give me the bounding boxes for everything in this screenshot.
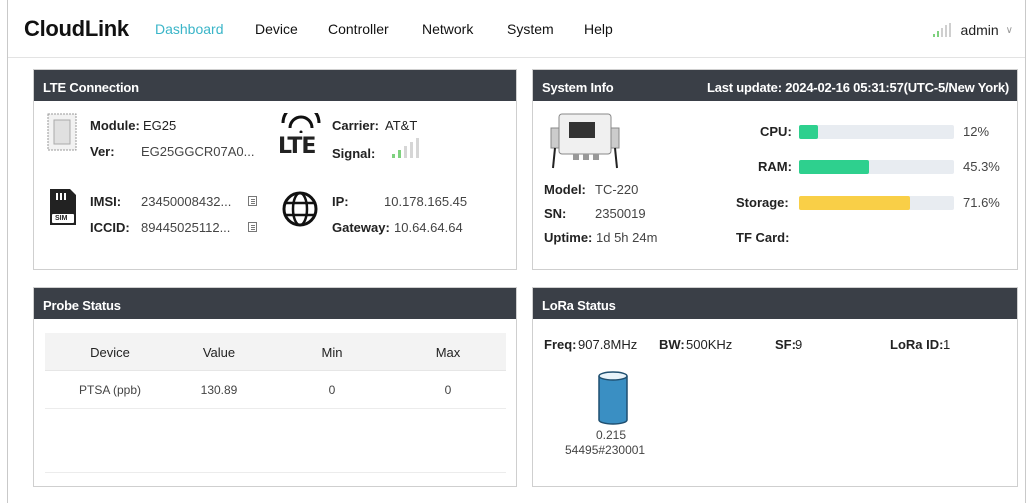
cpu-bar [799,125,954,139]
col-min: Min [321,345,343,360]
username: admin [960,22,999,38]
nav-device[interactable]: Device [255,21,298,37]
nav-controller[interactable]: Controller [328,21,389,37]
nav-help[interactable]: Help [584,21,613,37]
tank-id: 54495#230001 [565,443,646,457]
lte-connection-panel: LTE Connection Module: EG25 Ver: EG25GGC… [33,69,517,270]
globe-icon [282,191,318,227]
module-value: EG25 [143,118,177,133]
model-value: TC-220 [595,182,639,197]
panel-title-lora: LoRa Status [533,288,1017,319]
table-divider [45,472,506,473]
panel-title-system: System Info Last update: 2024-02-16 05:3… [533,70,1017,101]
lora-id-value: 1 [943,337,951,352]
tf-card-label: TF Card: [736,230,790,245]
lte-wifi-icon [281,113,321,133]
col-device: Device [90,345,130,360]
freq-value: 907.8MHz [578,337,638,352]
cpu-label: CPU: [760,124,792,139]
copy-iccid-icon[interactable] [248,222,257,232]
cpu-value: 12% [963,124,990,139]
ip-label: IP: [332,194,349,209]
cell-min: 0 [328,383,336,397]
bw-label: BW: [659,337,685,352]
imsi-value: 23450008432... [141,194,232,209]
ver-value: EG25GGCR07A0... [141,144,255,159]
cell-max: 0 [444,383,452,397]
table-header: Device Value Min Max [45,333,506,371]
storage-bar [799,196,954,210]
top-navigation-bar: CloudLink Dashboard Device Controller Ne… [8,0,1025,58]
cell-device: PTSA (ppb) [78,383,142,397]
panel-title-probe: Probe Status [34,288,516,319]
gateway-label: Gateway: [332,220,390,235]
ram-bar [799,160,954,174]
carrier-label: Carrier: [332,118,379,133]
bw-value: 500KHz [686,337,733,352]
tank-level-icon[interactable] [597,370,629,426]
device-image [550,113,620,169]
sf-label: SF: [775,337,796,352]
signal-icon [932,23,953,37]
carrier-value: AT&T [385,118,418,133]
ram-value: 45.3% [963,159,1000,174]
copy-imsi-icon[interactable] [248,196,257,206]
ver-label: Ver: [90,144,115,159]
sn-value: 2350019 [595,206,646,221]
sn-label: SN: [544,206,567,221]
tank-value: 0.215 [596,428,627,442]
sf-value: 9 [795,337,803,352]
system-info-panel: System Info Last update: 2024-02-16 05:3… [532,69,1018,270]
nav-dashboard[interactable]: Dashboard [155,21,224,37]
gateway-value: 10.64.64.64 [394,220,463,235]
imsi-label: IMSI: [90,194,122,209]
user-menu[interactable]: admin ∨ [932,22,1013,38]
uptime-label: Uptime: [544,230,593,245]
signal-label: Signal: [332,146,376,161]
probe-status-panel: Probe Status Device Value Min Max PTSA (… [33,287,517,487]
last-update: Last update: 2024-02-16 05:31:57(UTC-5/N… [706,80,1009,95]
iccid-value: 89445025112... [141,220,231,235]
lte-logo: LTE [278,134,316,159]
module-chip-icon [47,113,77,151]
nav-system[interactable]: System [507,21,554,37]
nav-network[interactable]: Network [422,21,473,37]
storage-label: Storage: [736,195,789,210]
storage-value: 71.6% [963,195,1000,210]
lora-id-label: LoRa ID: [890,337,944,352]
freq-label: Freq: [544,337,577,352]
lte-signal-icon [392,138,419,158]
col-max: Max [435,345,461,360]
ip-value: 10.178.165.45 [384,194,468,209]
chevron-down-icon: ∨ [1005,24,1013,36]
brand-logo: CloudLink [24,16,129,41]
table-row[interactable]: PTSA (ppb) 130.89 0 0 [45,371,506,409]
panel-title: LTE Connection [34,70,516,101]
col-value: Value [202,345,236,360]
cell-value: 130.89 [200,383,238,397]
model-label: Model: [544,182,586,197]
sim-label: SIM [55,215,68,222]
uptime-value: 1d 5h 24m [596,230,658,245]
system-title: System Info [542,80,614,95]
module-label: Module: [90,118,140,133]
iccid-label: ICCID: [90,220,130,235]
ram-label: RAM: [758,159,792,174]
lora-status-panel: LoRa Status Freq: 907.8MHz BW: 500KHz SF… [532,287,1018,487]
